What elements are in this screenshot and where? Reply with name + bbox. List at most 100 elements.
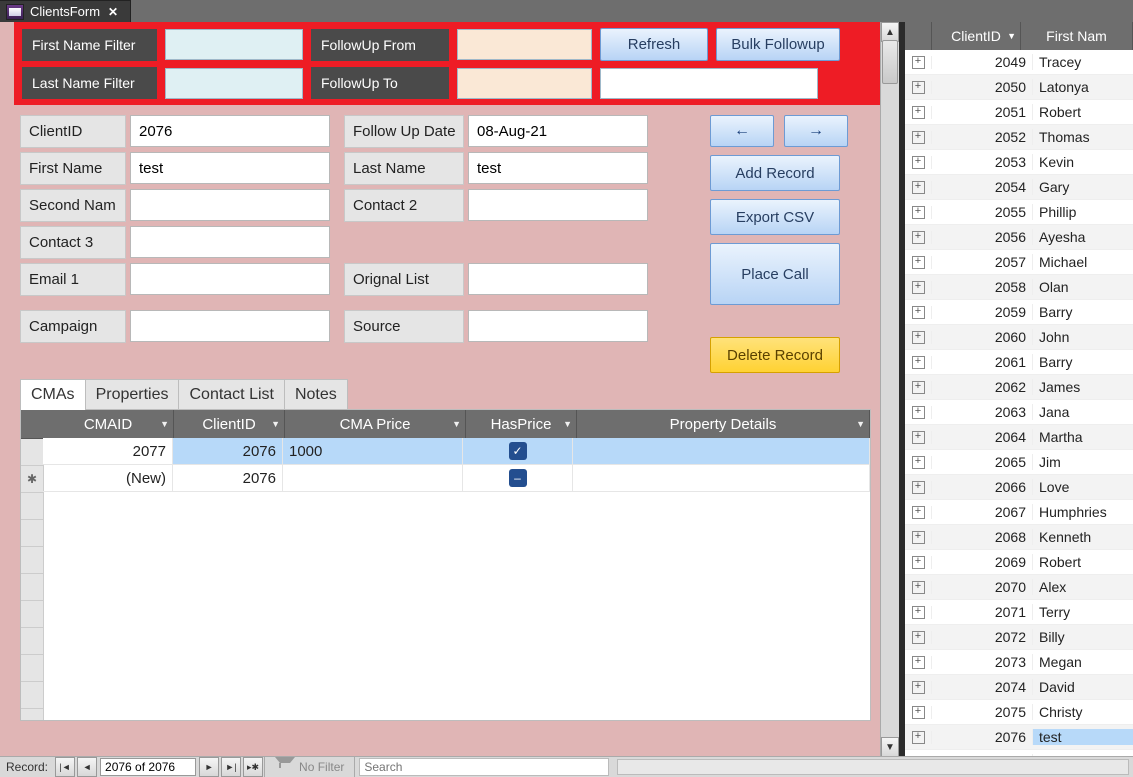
last-name-filter-input[interactable]: [165, 68, 303, 99]
add-record-button[interactable]: Add Record: [710, 155, 840, 191]
tab-cmas[interactable]: CMAs: [20, 379, 86, 410]
chevron-down-icon[interactable]: ▼: [160, 419, 169, 429]
list-item[interactable]: +2065Jim: [905, 450, 1133, 475]
vertical-scrollbar[interactable]: ▲ ▼: [880, 22, 899, 757]
col-firstname[interactable]: First Nam: [1021, 22, 1133, 50]
clientid-input[interactable]: [130, 115, 330, 147]
col-clientid[interactable]: ClientID▼: [174, 410, 285, 438]
expand-icon[interactable]: +: [905, 281, 932, 294]
expand-icon[interactable]: +: [905, 706, 932, 719]
col-clientid[interactable]: ClientID▼: [932, 22, 1021, 50]
followup-date-input[interactable]: [468, 115, 648, 147]
prev-record-nav-button[interactable]: ◄: [77, 757, 97, 777]
contact3-input[interactable]: [130, 226, 330, 258]
export-csv-button[interactable]: Export CSV: [710, 199, 840, 235]
list-item[interactable]: +2075Christy: [905, 700, 1133, 725]
expand-icon[interactable]: +: [905, 181, 932, 194]
col-cmaid[interactable]: CMAID▼: [43, 410, 174, 438]
expand-icon[interactable]: +: [905, 231, 932, 244]
source-input[interactable]: [468, 310, 648, 342]
contact2-input[interactable]: [468, 189, 648, 221]
email1-input[interactable]: [130, 263, 330, 295]
followup-from-input[interactable]: [457, 29, 592, 60]
expand-col[interactable]: [905, 22, 932, 50]
no-filter-indicator[interactable]: No Filter: [264, 757, 355, 777]
expand-icon[interactable]: +: [905, 431, 932, 444]
cell-cmaid[interactable]: 2077: [43, 438, 173, 464]
expand-icon[interactable]: +: [905, 106, 932, 119]
expand-icon[interactable]: +: [905, 506, 932, 519]
original-list-input[interactable]: [468, 263, 648, 295]
cell-clientid-new[interactable]: 2076: [173, 465, 283, 491]
list-item[interactable]: +2052Thomas: [905, 125, 1133, 150]
chevron-down-icon[interactable]: ▼: [856, 419, 865, 429]
list-item[interactable]: +2059Barry: [905, 300, 1133, 325]
expand-icon[interactable]: +: [905, 306, 932, 319]
tab-clientsform[interactable]: ClientsForm ✕: [0, 0, 131, 22]
list-item[interactable]: +2061Barry: [905, 350, 1133, 375]
secondname-input[interactable]: [130, 189, 330, 221]
prev-record-button[interactable]: ←: [710, 115, 774, 147]
grid-row-new[interactable]: (New) 2076 –: [43, 465, 870, 492]
expand-icon[interactable]: +: [905, 656, 932, 669]
horizontal-scrollbar[interactable]: [617, 759, 1129, 775]
list-item[interactable]: +2064Martha: [905, 425, 1133, 450]
chevron-down-icon[interactable]: ▼: [271, 419, 280, 429]
next-record-button[interactable]: →: [784, 115, 848, 147]
chevron-down-icon[interactable]: ▼: [1007, 31, 1016, 41]
scroll-down-icon[interactable]: ▼: [881, 737, 899, 757]
new-record-button[interactable]: ▸✱: [243, 757, 263, 777]
col-has-price[interactable]: HasPrice▼: [466, 410, 577, 438]
first-record-button[interactable]: |◄: [55, 757, 75, 777]
record-search-input[interactable]: [359, 758, 609, 776]
cell-price[interactable]: 1000: [283, 438, 463, 464]
expand-icon[interactable]: +: [905, 606, 932, 619]
grid-row-selector-new[interactable]: ✱: [21, 466, 43, 493]
list-item[interactable]: +2062James: [905, 375, 1133, 400]
expand-icon[interactable]: +: [905, 556, 932, 569]
scroll-thumb[interactable]: [882, 40, 898, 84]
list-item[interactable]: +2072Billy: [905, 625, 1133, 650]
list-item[interactable]: +2055Phillip: [905, 200, 1133, 225]
cell-clientid[interactable]: 2076: [173, 438, 283, 464]
list-item[interactable]: +2051Robert: [905, 100, 1133, 125]
expand-icon[interactable]: +: [905, 481, 932, 494]
expand-icon[interactable]: +: [905, 81, 932, 94]
list-item[interactable]: +2050Latonya: [905, 75, 1133, 100]
first-name-filter-input[interactable]: [165, 29, 303, 60]
list-item[interactable]: +2074David: [905, 675, 1133, 700]
list-item[interactable]: +2068Kenneth: [905, 525, 1133, 550]
tab-properties[interactable]: Properties: [85, 379, 180, 410]
list-item[interactable]: +2060John: [905, 325, 1133, 350]
expand-icon[interactable]: +: [905, 256, 932, 269]
last-record-button[interactable]: ►|: [221, 757, 241, 777]
expand-icon[interactable]: +: [905, 731, 932, 744]
list-item[interactable]: +2067Humphries: [905, 500, 1133, 525]
expand-icon[interactable]: +: [905, 56, 932, 69]
firstname-input[interactable]: [130, 152, 330, 184]
col-property-details[interactable]: Property Details▼: [577, 410, 870, 438]
cell-cmaid-new[interactable]: (New): [43, 465, 173, 491]
grid-row[interactable]: 2077 2076 1000 ✓: [43, 438, 870, 465]
list-item[interactable]: +2054Gary: [905, 175, 1133, 200]
refresh-button[interactable]: Refresh: [600, 28, 708, 61]
tab-notes[interactable]: Notes: [284, 379, 348, 410]
list-item[interactable]: +2066Love: [905, 475, 1133, 500]
list-item[interactable]: +2071Terry: [905, 600, 1133, 625]
grid-row-selector[interactable]: [21, 439, 43, 466]
list-item[interactable]: +2057Michael: [905, 250, 1133, 275]
next-record-nav-button[interactable]: ►: [199, 757, 219, 777]
expand-icon[interactable]: +: [905, 331, 932, 344]
expand-icon[interactable]: +: [905, 681, 932, 694]
cell-details[interactable]: [573, 438, 870, 464]
delete-record-button[interactable]: Delete Record: [710, 337, 840, 373]
list-item[interactable]: +2049Tracey: [905, 50, 1133, 75]
expand-icon[interactable]: +: [905, 131, 932, 144]
record-position-input[interactable]: [100, 758, 196, 776]
chevron-down-icon[interactable]: ▼: [452, 419, 461, 429]
expand-icon[interactable]: +: [905, 206, 932, 219]
list-item[interactable]: +2053Kevin: [905, 150, 1133, 175]
extra-filter-input[interactable]: [600, 68, 818, 99]
bulk-followup-button[interactable]: Bulk Followup: [716, 28, 840, 61]
place-call-button[interactable]: Place Call: [710, 243, 840, 305]
